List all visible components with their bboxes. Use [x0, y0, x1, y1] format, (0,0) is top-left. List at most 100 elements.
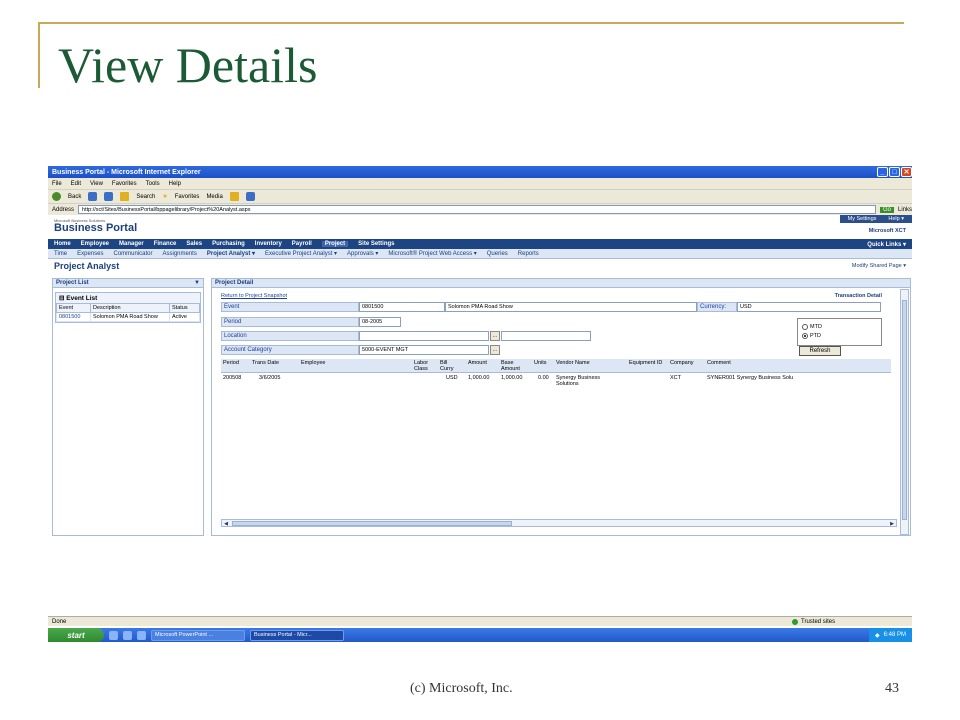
links-button[interactable]: Links	[898, 207, 912, 213]
nav-purchasing[interactable]: Purchasing	[212, 241, 245, 247]
event-description-field: Solomon PMA Road Show	[445, 302, 697, 312]
close-icon[interactable]: ✕	[901, 167, 912, 177]
refresh-icon[interactable]	[104, 192, 114, 201]
location-lookup-button[interactable]: ...	[490, 331, 500, 341]
subnav-time[interactable]: Time	[54, 251, 67, 257]
subnav-assignments[interactable]: Assignments	[163, 251, 197, 257]
ptd-radio[interactable]	[802, 332, 808, 339]
location-field[interactable]	[359, 331, 489, 341]
column-header[interactable]: Units	[534, 360, 547, 367]
column-header[interactable]: Amount	[468, 360, 487, 367]
column-header[interactable]: Event	[56, 303, 91, 313]
nav-project[interactable]: Project	[321, 241, 349, 247]
column-header[interactable]: Company	[670, 360, 694, 367]
nav-finance[interactable]: Finance	[154, 241, 177, 247]
vertical-scrollbar[interactable]	[900, 289, 909, 535]
address-input[interactable]: http://xct/Sites/BusinessPortal/bppageli…	[78, 205, 876, 214]
subnav-executive-project-analyst[interactable]: Executive Project Analyst ▾	[265, 250, 337, 257]
menu-edit[interactable]: Edit	[71, 181, 81, 187]
ptd-option[interactable]: PTD	[802, 331, 877, 340]
scrollbar-thumb[interactable]	[902, 300, 907, 520]
menu-view[interactable]: View	[90, 181, 103, 187]
event-label: Event	[221, 302, 359, 312]
horizontal-scrollbar[interactable]: ◀ ▶	[221, 519, 897, 527]
scrollbar-thumb[interactable]	[232, 521, 512, 526]
header-links: My Settings Help ▾	[839, 215, 912, 223]
start-button[interactable]: start	[48, 628, 104, 642]
minimize-icon[interactable]: _	[877, 167, 888, 177]
nav-site-settings[interactable]: Site Settings	[358, 241, 394, 247]
slide-top-rule	[38, 22, 904, 24]
column-header[interactable]: Comment	[707, 360, 731, 367]
show-desktop-icon[interactable]	[109, 630, 118, 640]
clock: 6:48 PM	[883, 632, 906, 638]
print-icon[interactable]	[245, 192, 255, 201]
column-header[interactable]: Equipment ID	[629, 360, 667, 367]
mtd-option[interactable]: MTD	[802, 322, 877, 331]
column-header[interactable]: Employee	[301, 360, 325, 367]
table-row[interactable]: 200508 3/6/2005 USD 1,000.00 1,000.00 0.…	[221, 374, 891, 388]
collapse-icon[interactable]: ⊟	[59, 295, 64, 302]
subnav-project-web-access[interactable]: Microsoft® Project Web Access ▾	[388, 250, 476, 257]
my-settings-link[interactable]: My Settings	[848, 216, 877, 222]
modify-shared-page-menu[interactable]: Modify Shared Page ▾	[852, 263, 906, 269]
scroll-right-icon[interactable]: ▶	[888, 520, 896, 527]
account-category-field[interactable]: 5000-EVENT MGT	[359, 345, 489, 355]
nav-home[interactable]: Home	[54, 241, 71, 247]
event-id-link[interactable]: 0801500	[56, 312, 91, 322]
cell-trans-date: 3/6/2005	[259, 375, 281, 381]
column-header[interactable]: Labor Class	[414, 360, 436, 372]
subnav-approvals[interactable]: Approvals ▾	[347, 250, 378, 257]
column-header[interactable]: Description	[90, 303, 170, 313]
help-link[interactable]: Help ▾	[888, 216, 904, 222]
column-header[interactable]: Status	[169, 303, 200, 313]
home-icon[interactable]	[120, 192, 130, 201]
security-zone: Trusted sites	[792, 618, 912, 625]
media-button[interactable]: Media	[206, 194, 222, 200]
mail-icon[interactable]	[229, 192, 239, 201]
back-button[interactable]: Back	[68, 194, 81, 200]
quick-links-menu[interactable]: Quick Links ▾	[867, 241, 912, 248]
internet-explorer-icon[interactable]	[123, 630, 132, 640]
maximize-icon[interactable]: □	[889, 167, 900, 177]
subnav-expenses[interactable]: Expenses	[77, 251, 103, 257]
stop-icon[interactable]	[88, 192, 98, 201]
subnav-reports[interactable]: Reports	[518, 251, 539, 257]
nav-inventory[interactable]: Inventory	[255, 241, 282, 247]
search-button[interactable]: Search	[136, 194, 155, 200]
table-row[interactable]: 0801500 Solomon PMA Road Show Active	[56, 312, 200, 322]
column-header[interactable]: Bill Curry	[440, 360, 460, 372]
nav-sales[interactable]: Sales	[186, 241, 202, 247]
nav-payroll[interactable]: Payroll	[292, 241, 312, 247]
account-category-lookup-button[interactable]: ...	[490, 345, 500, 355]
outlook-icon[interactable]	[137, 630, 146, 640]
scroll-left-icon[interactable]: ◀	[222, 520, 230, 527]
event-field[interactable]: 0801500	[359, 302, 445, 312]
refresh-button[interactable]: Refresh	[799, 346, 841, 356]
subnav-communicator[interactable]: Communicator	[113, 251, 152, 257]
return-to-snapshot-link[interactable]: Return to Project Snapshot	[221, 293, 287, 299]
taskbar-business-portal[interactable]: Business Portal - Micr...	[250, 629, 344, 641]
menu-tools[interactable]: Tools	[146, 181, 160, 187]
menu-file[interactable]: File	[52, 181, 62, 187]
column-header[interactable]: Trans Date	[252, 360, 279, 367]
go-button[interactable]: Go	[879, 206, 894, 213]
tray-icon[interactable]: ◆	[875, 632, 880, 639]
nav-manager[interactable]: Manager	[119, 241, 144, 247]
column-header[interactable]: Base Amount	[501, 360, 527, 372]
subnav-queries[interactable]: Queries	[487, 251, 508, 257]
panel-menu-icon[interactable]: ▼	[194, 280, 203, 286]
mtd-radio[interactable]	[802, 323, 808, 330]
favorites-button[interactable]: Favorites	[175, 194, 200, 200]
menu-favorites[interactable]: Favorites	[112, 181, 137, 187]
subnav-project-analyst[interactable]: Project Analyst ▾	[207, 250, 255, 257]
event-row: Event 0801500 Solomon PMA Road Show Curr…	[221, 302, 881, 312]
taskbar-powerpoint[interactable]: Microsoft PowerPoint ...	[151, 629, 245, 641]
back-arrow-icon[interactable]	[52, 192, 61, 201]
project-detail-title: Project Detail	[215, 280, 254, 286]
nav-employee[interactable]: Employee	[81, 241, 109, 247]
column-header[interactable]: Period	[223, 360, 239, 367]
menu-help[interactable]: Help	[169, 181, 181, 187]
column-header[interactable]: Vendor Name	[556, 360, 590, 367]
period-field[interactable]: 08-2005	[359, 317, 401, 327]
